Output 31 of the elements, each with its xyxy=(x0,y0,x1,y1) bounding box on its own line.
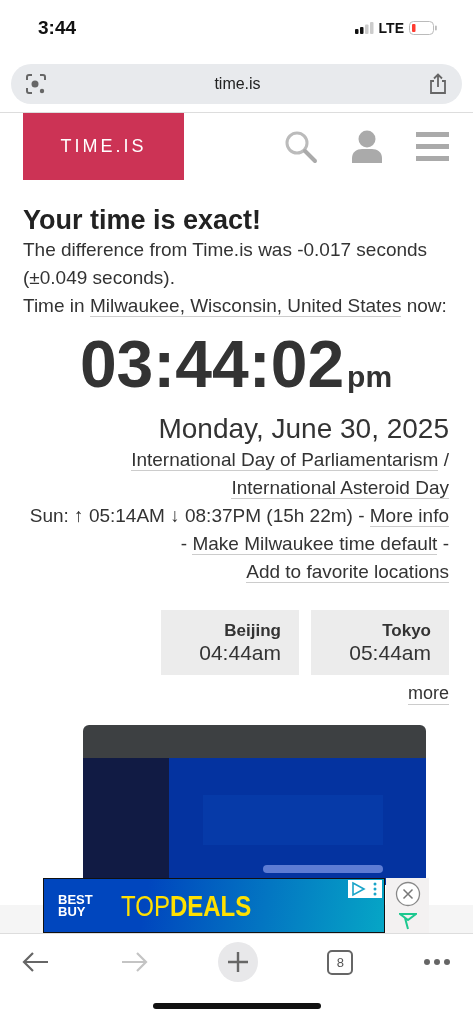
city-time: 05:44am xyxy=(349,640,431,665)
site-logo[interactable]: TIME.IS xyxy=(23,113,184,180)
clock-time: 03:44:02 xyxy=(79,326,345,402)
info-link[interactable]: Make Milwaukee time default xyxy=(192,533,438,555)
network-label: LTE xyxy=(378,20,404,36)
info-link[interactable]: More info xyxy=(369,505,449,527)
tab-count-button[interactable]: 8 xyxy=(327,949,354,975)
address-bar[interactable]: time.is xyxy=(11,64,462,104)
result-heading: Your time is exact! xyxy=(23,204,263,236)
ad-banner[interactable]: BEST BUY TOPDEALS xyxy=(43,878,385,933)
holidays-text: International Day of Parliamentarism / International Asteroid Day xyxy=(130,448,449,501)
sun-info-text: Sun: ↑ 05:14AM ↓ 08:37PM (15h 22m) - More info - Make Milwaukee time default - Add to favorite locations xyxy=(28,504,449,585)
clock-period: pm xyxy=(347,360,393,394)
ad-headline: TOPDEALS xyxy=(120,888,251,923)
city-name: Beijing xyxy=(224,620,281,641)
city-name: Tokyo xyxy=(382,620,431,641)
more-link[interactable]: more xyxy=(408,683,449,705)
city-time: 04:44am xyxy=(199,640,281,665)
info-link[interactable]: Add to favorite locations xyxy=(246,561,449,583)
holiday-link[interactable]: International Asteroid Day xyxy=(231,477,449,499)
difference-text: The difference from Time.is was -0.017 seconds (±0.049 seconds). xyxy=(23,238,429,290)
location-link[interactable]: Milwaukee, Wisconsin, United States xyxy=(89,295,402,317)
url-text: time.is xyxy=(214,75,261,93)
location-text: Time in Milwaukee, Wisconsin, United States now: xyxy=(23,294,448,319)
city-card[interactable]: Beijing 04:44am xyxy=(161,610,299,675)
holiday-link[interactable]: International Day of Parliamentarism xyxy=(131,449,439,471)
date-text: Monday, June 30, 2025 xyxy=(157,412,449,446)
brand-logo: BEST xyxy=(58,893,93,906)
city-card[interactable]: Tokyo 05:44am xyxy=(311,610,449,675)
status-time: 3:44 xyxy=(38,17,77,39)
brand-logo: BUY xyxy=(58,905,86,918)
